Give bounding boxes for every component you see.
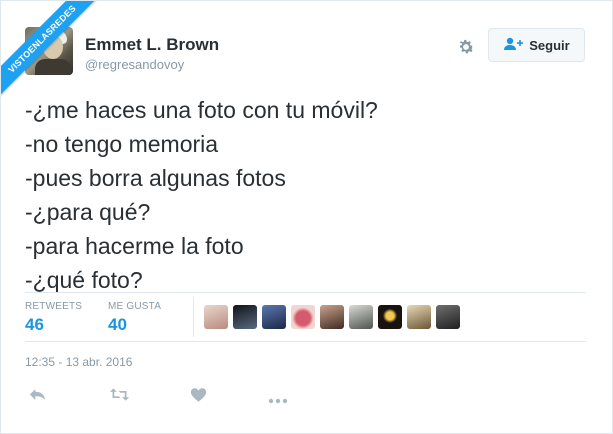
likes-label[interactable]: ME GUSTA — [108, 301, 161, 312]
tweet-line: -para hacerme la foto — [25, 233, 244, 259]
add-user-icon — [503, 37, 524, 54]
divider — [25, 292, 586, 293]
retweets-count[interactable]: 46 — [25, 315, 44, 335]
more-icon[interactable] — [268, 391, 288, 409]
follow-button[interactable]: Seguir — [488, 28, 585, 62]
tweet-card: VISTOENLASREDES Emmet L. Brown @regresan… — [0, 0, 613, 434]
like-icon[interactable] — [190, 387, 207, 408]
liker-avatar[interactable] — [378, 305, 402, 329]
liker-avatar[interactable] — [262, 305, 286, 329]
follow-button-label: Seguir — [529, 37, 570, 53]
gear-icon[interactable] — [456, 37, 476, 57]
divider — [25, 341, 586, 342]
stats-separator — [193, 297, 194, 337]
retweets-label[interactable]: RETWEETS — [25, 301, 82, 312]
liker-avatar[interactable] — [204, 305, 228, 329]
watermark-ribbon: VISTOENLASREDES — [1, 1, 111, 111]
liker-avatar[interactable] — [291, 305, 315, 329]
tweet-line: -¿para qué? — [25, 199, 151, 225]
liker-avatar[interactable] — [349, 305, 373, 329]
watermark-text: VISTOENLASREDES — [1, 1, 103, 100]
timestamp[interactable]: 12:35 - 13 abr. 2016 — [25, 355, 132, 369]
retweet-icon[interactable] — [109, 387, 130, 407]
likers-list — [204, 305, 460, 329]
liker-avatar[interactable] — [407, 305, 431, 329]
tweet-text: -¿me haces una foto con tu móvil? -no te… — [25, 93, 585, 297]
liker-avatar[interactable] — [436, 305, 460, 329]
tweet-line: -pues borra algunas fotos — [25, 165, 286, 191]
likes-count[interactable]: 40 — [108, 315, 127, 335]
liker-avatar[interactable] — [233, 305, 257, 329]
reply-icon[interactable] — [29, 387, 47, 407]
liker-avatar[interactable] — [320, 305, 344, 329]
tweet-line: -no tengo memoria — [25, 131, 219, 157]
